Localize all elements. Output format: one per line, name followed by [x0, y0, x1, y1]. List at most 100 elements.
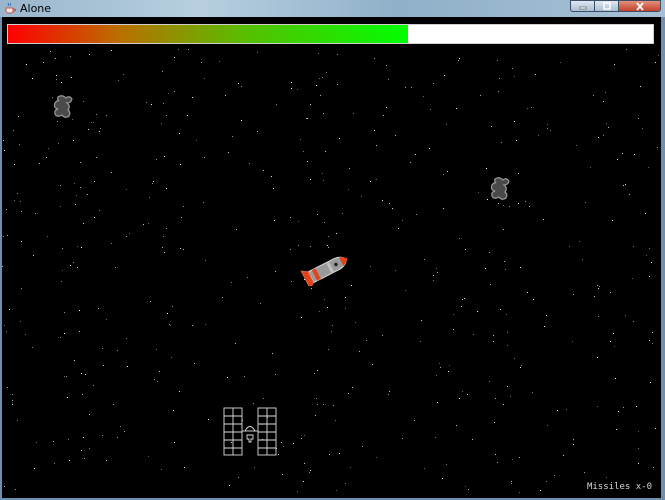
star: [238, 83, 239, 84]
health-bar-fill: [8, 25, 408, 43]
star: [638, 118, 639, 119]
star: [440, 367, 441, 368]
star: [178, 49, 179, 50]
star: [201, 62, 202, 63]
star: [18, 116, 19, 117]
star: [342, 213, 343, 214]
star: [625, 184, 626, 185]
star: [60, 206, 61, 207]
star: [54, 463, 55, 464]
star: [271, 176, 272, 177]
star: [462, 391, 463, 392]
star: [290, 249, 291, 250]
star: [106, 460, 107, 461]
star: [490, 284, 491, 285]
star: [597, 357, 598, 358]
star: [46, 157, 47, 158]
star: [370, 266, 371, 267]
star: [9, 309, 10, 310]
star: [331, 331, 332, 332]
star: [33, 255, 34, 256]
star: [310, 470, 311, 471]
star: [597, 285, 598, 286]
star: [318, 53, 319, 54]
star: [99, 131, 100, 132]
star: [93, 122, 94, 123]
star: [500, 309, 501, 310]
close-button[interactable]: [618, 0, 661, 12]
star: [181, 217, 182, 218]
star: [303, 481, 304, 482]
star: [304, 435, 305, 436]
star: [58, 143, 59, 144]
star: [84, 458, 85, 459]
star: [12, 394, 13, 395]
star: [282, 474, 283, 475]
minimize-button[interactable]: [570, 0, 594, 12]
star: [316, 398, 317, 399]
star: [472, 439, 473, 440]
star: [511, 481, 512, 482]
star: [461, 306, 462, 307]
star: [257, 131, 258, 132]
star: [60, 337, 61, 338]
star: [606, 123, 607, 124]
star: [614, 64, 615, 65]
maximize-button[interactable]: [594, 0, 618, 12]
star: [94, 217, 95, 218]
star: [94, 181, 95, 182]
star: [328, 236, 329, 237]
star: [164, 156, 165, 157]
star: [291, 88, 292, 89]
star: [366, 340, 367, 341]
star: [77, 246, 78, 247]
star: [161, 123, 162, 124]
star: [336, 490, 337, 491]
star: [652, 343, 653, 344]
star: [355, 322, 356, 323]
star: [174, 57, 175, 58]
game-canvas[interactable]: Missiles x-0: [2, 17, 661, 498]
star: [623, 407, 624, 408]
star: [324, 222, 325, 223]
star: [323, 404, 324, 405]
star: [527, 108, 528, 109]
star: [64, 333, 65, 334]
star: [512, 68, 513, 69]
star: [164, 252, 165, 253]
star: [85, 374, 86, 375]
star: [275, 271, 276, 272]
star: [34, 468, 35, 469]
star: [162, 247, 163, 248]
star: [163, 103, 164, 104]
star: [335, 420, 336, 421]
star: [3, 236, 4, 237]
star: [486, 168, 487, 169]
star: [4, 150, 5, 151]
star: [254, 467, 255, 468]
star: [156, 349, 157, 350]
star: [437, 272, 438, 273]
star: [493, 341, 494, 342]
star: [47, 236, 48, 237]
star: [333, 405, 334, 406]
star: [374, 130, 375, 131]
star: [124, 431, 125, 432]
star: [227, 377, 228, 378]
star: [99, 210, 100, 211]
star: [633, 321, 634, 322]
star: [79, 310, 80, 311]
star: [70, 265, 71, 266]
star: [102, 435, 103, 436]
star: [56, 79, 57, 80]
star: [458, 60, 459, 61]
star: [579, 241, 580, 242]
star: [633, 246, 634, 247]
star: [510, 396, 511, 397]
star: [291, 82, 292, 83]
star: [348, 393, 349, 394]
title-bar[interactable]: Alone: [0, 0, 665, 17]
star: [382, 335, 383, 336]
star: [512, 459, 513, 460]
star: [374, 58, 375, 59]
